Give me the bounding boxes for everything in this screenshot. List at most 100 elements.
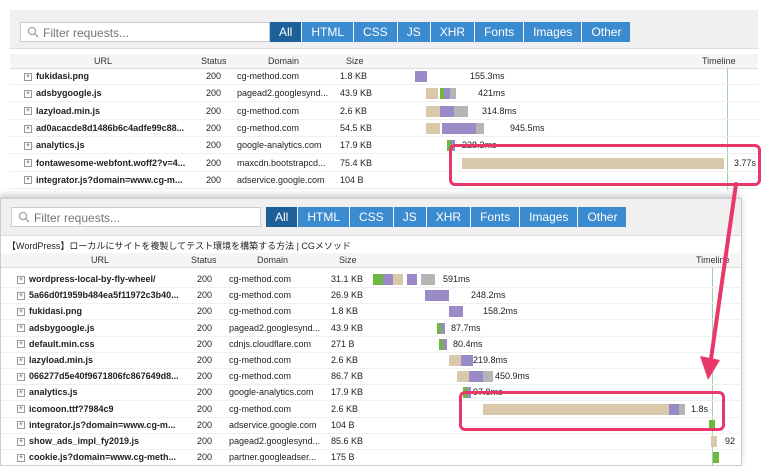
expand-icon[interactable]: + [17, 356, 25, 365]
request-status: 200 [206, 71, 222, 81]
filter-xhr[interactable]: XHR [426, 207, 471, 227]
filter-html[interactable]: HTML [298, 207, 350, 227]
filter-js[interactable]: JS [397, 22, 430, 42]
request-url[interactable]: +066277d5e40f9671806fc867649d8... [17, 368, 187, 384]
expand-icon[interactable]: + [24, 72, 32, 81]
request-url[interactable]: + integrator.js?domain=www.cg-m... [17, 417, 187, 433]
request-url[interactable]: + wordpress-local-by-fly-wheel/ [17, 271, 187, 287]
expand-icon[interactable]: + [17, 405, 25, 414]
expand-icon[interactable]: + [17, 308, 25, 317]
expand-icon[interactable]: + [17, 340, 25, 349]
timeline-bar-receive [443, 338, 447, 350]
col-timeline[interactable]: Timeline [696, 253, 730, 267]
expand-icon[interactable]: + [17, 275, 25, 284]
expand-icon[interactable]: + [17, 453, 25, 462]
table-row[interactable]: + fukidasi.png 200 cg-method.com 1.8 KB 158.2… [1, 303, 741, 321]
timeline-bar-connect [713, 452, 719, 464]
col-url[interactable]: URL [94, 54, 112, 68]
expand-icon[interactable]: + [24, 89, 32, 98]
filter-js[interactable]: JS [393, 207, 426, 227]
table-row[interactable]: +066277d5e40f9671806fc867649d8... 200 cg-m… [1, 368, 741, 386]
filter-css[interactable]: CSS [354, 22, 397, 42]
request-url[interactable]: + fontawesome-webfont.woff2?v=4... [24, 155, 192, 171]
table-row[interactable]: + adsbygoogle.js 200 pagead2.googlesynd... 4… [1, 320, 741, 337]
col-url[interactable]: URL [91, 253, 109, 267]
filter-xhr[interactable]: XHR [430, 22, 475, 42]
timeline-bar-wait [449, 355, 461, 366]
col-status[interactable]: Status [191, 253, 217, 267]
expand-icon[interactable]: + [24, 141, 32, 150]
col-status[interactable]: Status [201, 54, 227, 68]
request-size: 17.9 KB [331, 387, 364, 398]
expand-icon[interactable]: + [24, 124, 32, 133]
expand-icon[interactable]: + [24, 159, 32, 168]
request-url[interactable]: + lazyload.min.js [17, 352, 187, 368]
request-size: 86.7 KB [331, 371, 364, 382]
request-status: 200 [206, 105, 222, 116]
timeline-bar-receive [441, 322, 445, 334]
request-url[interactable]: + integrator.js?domain=www.cg-m... [24, 172, 192, 188]
filter-fonts[interactable]: Fonts [471, 207, 520, 227]
request-domain: google-analytics.com [229, 387, 314, 398]
expand-icon[interactable]: + [17, 324, 25, 333]
expand-icon[interactable]: + [17, 372, 25, 381]
table-row[interactable]: +5a66d0f1959b484ea5f11972c3b40... 200 cg-m… [1, 287, 741, 305]
request-url[interactable]: + analytics.js [24, 137, 192, 153]
expand-icon[interactable]: + [17, 389, 25, 398]
request-url[interactable]: +5a66d0f1959b484ea5f11972c3b40... [17, 287, 187, 303]
request-url[interactable]: + icomoon.ttf?7984c9 [17, 401, 187, 417]
request-url[interactable]: + show_ads_impl_fy2019.js [17, 433, 187, 449]
request-size: 2.6 KB [331, 355, 359, 365]
table-row[interactable]: + adsbygoogle.js 200 pagead2.googlesynd... 4… [10, 85, 758, 103]
filter-other[interactable]: Other [582, 22, 631, 42]
col-domain[interactable]: Domain [268, 54, 299, 68]
request-url[interactable]: + default.min.css [17, 336, 187, 352]
table-row[interactable]: + default.min.css 200 cdnjs.cloudflare.com 2… [1, 336, 741, 353]
search-box[interactable] [11, 207, 261, 227]
request-url[interactable]: + cookie.js?domain=www.cg-meth... [17, 449, 187, 465]
table-row[interactable]: + lazyload.min.js 200 cg-method.com 2.6 KB 21… [1, 352, 741, 369]
timeline-bar-receive [407, 274, 417, 285]
request-url-text: fukidasi.png [36, 71, 90, 81]
request-url-text: show_ads_impl_fy2019.js [29, 436, 140, 446]
expand-icon[interactable]: + [17, 437, 25, 446]
request-status: 200 [197, 371, 213, 382]
table-row[interactable]: + cookie.js?domain=www.cg-meth... 200 partn… [1, 449, 741, 465]
request-url[interactable]: + adsbygoogle.js [17, 320, 187, 336]
filter-all[interactable]: All [266, 207, 298, 227]
filter-fonts[interactable]: Fonts [475, 22, 524, 42]
col-size[interactable]: Size [346, 54, 364, 68]
request-url-text: integrator.js?domain=www.cg-m... [29, 419, 176, 430]
filter-images[interactable]: Images [520, 207, 578, 227]
table-row[interactable]: + lazyload.min.js 200 cg-method.com 2.6 KB 31… [10, 103, 758, 120]
search-input[interactable] [43, 25, 243, 40]
request-url[interactable]: + adsbygoogle.js [24, 85, 192, 101]
expand-icon[interactable]: + [24, 176, 32, 185]
filter-images[interactable]: Images [524, 22, 582, 42]
search-box[interactable] [20, 22, 270, 42]
search-input[interactable] [34, 210, 234, 225]
col-timeline[interactable]: Timeline [702, 54, 736, 68]
request-domain: adservice.google.com [229, 419, 317, 430]
filter-all[interactable]: All [270, 22, 302, 42]
filter-html[interactable]: HTML [302, 22, 354, 42]
filter-other[interactable]: Other [578, 207, 627, 227]
expand-icon[interactable]: + [24, 107, 32, 116]
request-url[interactable]: + lazyload.min.js [24, 103, 192, 119]
col-domain[interactable]: Domain [257, 253, 288, 267]
request-url[interactable]: + ad0acacde8d1486b6c4adfe99c88... [24, 120, 192, 136]
request-url[interactable]: + fukidasi.png [17, 303, 187, 319]
table-row[interactable]: + show_ads_impl_fy2019.js 200 pagead2.googl… [1, 433, 741, 450]
table-row[interactable]: + ad0acacde8d1486b6c4adfe99c88... 200 cg-me… [10, 120, 758, 137]
filter-css[interactable]: CSS [350, 207, 393, 227]
table-row[interactable]: + wordpress-local-by-fly-wheel/200 cg-meth… [1, 271, 741, 288]
expand-icon[interactable]: + [17, 291, 25, 300]
col-size[interactable]: Size [339, 253, 357, 267]
request-domain: pagead2.googlesynd... [229, 436, 321, 446]
search-icon [18, 211, 30, 223]
table-row[interactable]: + fukidasi.png 200 cg-method.com 1.8 KB 155.3… [10, 68, 758, 85]
request-url[interactable]: + analytics.js [17, 384, 187, 400]
request-status: 200 [197, 419, 213, 430]
expand-icon[interactable]: + [17, 421, 25, 430]
request-url[interactable]: + fukidasi.png [24, 68, 192, 84]
